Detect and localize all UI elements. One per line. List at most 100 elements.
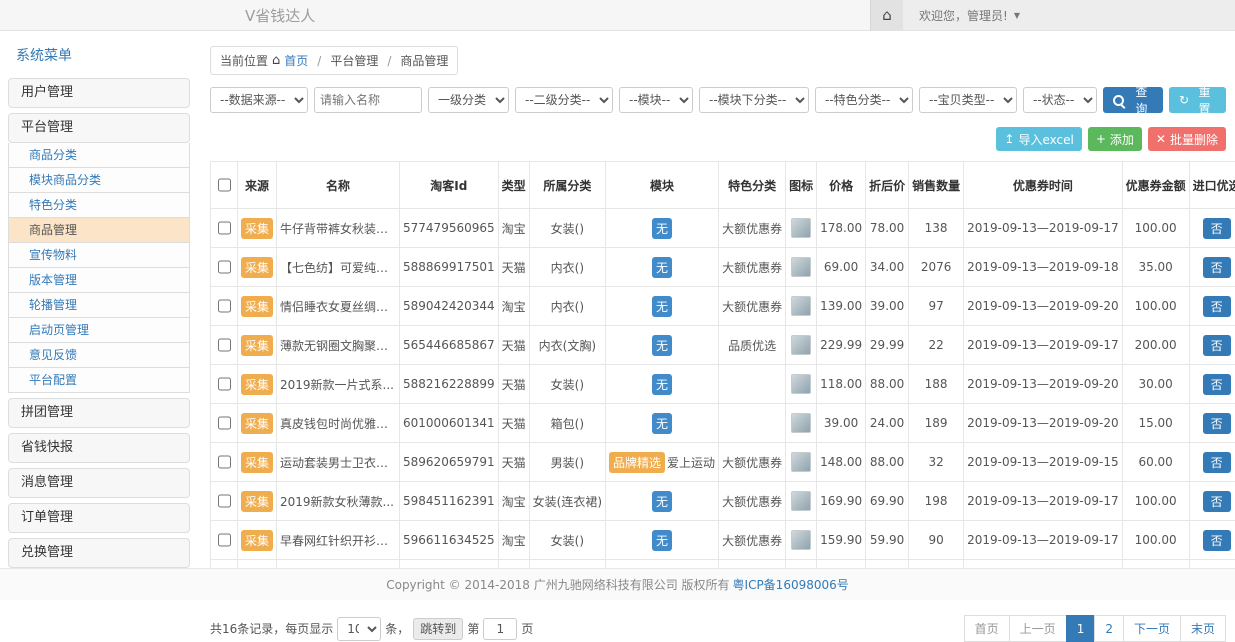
- feature-category: 大额优惠券: [719, 482, 786, 521]
- import-select-toggle[interactable]: 否: [1203, 413, 1231, 434]
- icon-cell: [786, 482, 817, 521]
- sidebar-item[interactable]: 用户管理: [8, 78, 190, 108]
- import-select-toggle[interactable]: 否: [1203, 218, 1231, 239]
- filter-select[interactable]: --特色分类--: [815, 87, 913, 113]
- row-checkbox[interactable]: [218, 527, 231, 553]
- sidebar-item[interactable]: 模块商品分类: [8, 168, 190, 193]
- welcome-text: 欢迎您，管理员!: [919, 7, 1008, 24]
- sidebar-item[interactable]: 商品管理: [8, 218, 190, 243]
- module-cell: 无: [606, 365, 719, 404]
- sidebar-item[interactable]: 平台配置: [8, 368, 190, 393]
- filter-select[interactable]: --二级分类--: [515, 87, 613, 113]
- product-type: 淘宝: [498, 521, 529, 560]
- user-menu[interactable]: 欢迎您，管理员! ▼: [903, 0, 1235, 30]
- row-checkbox[interactable]: [218, 332, 231, 358]
- row-checkbox[interactable]: [218, 488, 231, 514]
- filter-select[interactable]: --状态--: [1023, 87, 1097, 113]
- module-badge: 无: [652, 257, 672, 278]
- row-checkbox[interactable]: [218, 293, 231, 319]
- pagination: 共16条记录，每页显示 10 条， 跳转到 第 页 首页上一页12下一页末页: [210, 615, 1226, 642]
- row-checkbox[interactable]: [218, 215, 231, 241]
- select-all-checkbox[interactable]: [218, 172, 231, 198]
- column-header: 进口优选: [1189, 162, 1235, 209]
- sidebar-item[interactable]: 轮播管理: [8, 293, 190, 318]
- filter-select[interactable]: --宝贝类型--: [919, 87, 1017, 113]
- table-row: 采集牛仔背带裤女秋装减龄...577479560965淘宝女装()无大额优惠券1…: [211, 209, 1235, 248]
- import-select-toggle[interactable]: 否: [1203, 452, 1231, 473]
- sidebar-item[interactable]: 意见反馈: [8, 343, 190, 368]
- per-page-select[interactable]: 10: [337, 617, 381, 641]
- sidebar-item[interactable]: 消息管理: [8, 468, 190, 498]
- row-checkbox[interactable]: [218, 449, 231, 475]
- module-badge: 无: [652, 530, 672, 551]
- sidebar-item[interactable]: 省钱快报: [8, 433, 190, 463]
- sidebar-item[interactable]: 启动页管理: [8, 318, 190, 343]
- add-button[interactable]: + 添加: [1088, 127, 1142, 151]
- coupon-amount: 100.00: [1122, 209, 1189, 248]
- page-button[interactable]: 末页: [1180, 615, 1226, 642]
- taoke-id: 588216228899: [400, 365, 499, 404]
- filter-select[interactable]: --模块--: [619, 87, 693, 113]
- sidebar-item[interactable]: 宣传物料: [8, 243, 190, 268]
- discount-price: 88.00: [866, 443, 909, 482]
- import-select-toggle[interactable]: 否: [1203, 335, 1231, 356]
- discount-price: 59.90: [866, 521, 909, 560]
- sidebar-item[interactable]: 订单管理: [8, 503, 190, 533]
- sidebar-item[interactable]: 商品分类: [8, 143, 190, 168]
- row-checkbox[interactable]: [218, 371, 231, 397]
- page-button[interactable]: 1: [1066, 615, 1096, 642]
- import-select-toggle[interactable]: 否: [1203, 491, 1231, 512]
- row-checkbox-cell: [211, 326, 238, 365]
- pagination-summary: 共16条记录，每页显示 10 条， 跳转到 第 页: [210, 617, 533, 641]
- module-cell: 无: [606, 404, 719, 443]
- product-name-input[interactable]: [314, 87, 422, 113]
- data-source-select[interactable]: --数据来源--: [210, 87, 308, 113]
- sidebar-item[interactable]: 兑换管理: [8, 538, 190, 568]
- copyright-text: Copyright © 2014-2018 广州九驰网络科技有限公司 版权所有: [386, 576, 729, 593]
- module-cell: 无: [606, 482, 719, 521]
- icon-cell: [786, 248, 817, 287]
- import-select-toggle[interactable]: 否: [1203, 296, 1231, 317]
- product-category: 女装(): [529, 209, 605, 248]
- page-button[interactable]: 上一页: [1009, 615, 1067, 642]
- page-button[interactable]: 2: [1094, 615, 1124, 642]
- jump-button[interactable]: 跳转到: [413, 618, 463, 640]
- product-type: 淘宝: [498, 287, 529, 326]
- breadcrumb-home-link[interactable]: 首页: [284, 52, 308, 69]
- batch-delete-button[interactable]: ✕ 批量删除: [1148, 127, 1226, 151]
- sidebar-item[interactable]: 特色分类: [8, 193, 190, 218]
- reset-button[interactable]: ↻ 重置: [1169, 87, 1226, 113]
- product-name: 牛仔背带裤女秋装减龄...: [277, 209, 400, 248]
- taoke-id: 601000601341: [400, 404, 499, 443]
- import-select-cell: 否: [1189, 443, 1235, 482]
- search-button[interactable]: 查询: [1103, 87, 1163, 113]
- import-excel-button[interactable]: ↥ 导入excel: [996, 127, 1081, 151]
- filter-select[interactable]: --模块下分类--: [699, 87, 809, 113]
- module-cell: 无: [606, 248, 719, 287]
- table-row: 采集早春网红针织开衫女春...596611634525淘宝女装()无大额优惠券1…: [211, 521, 1235, 560]
- discount-price: 69.90: [866, 482, 909, 521]
- import-select-toggle[interactable]: 否: [1203, 530, 1231, 551]
- source-cell: 采集: [238, 209, 277, 248]
- feature-category: 大额优惠券: [719, 443, 786, 482]
- source-badge: 采集: [241, 374, 273, 395]
- feature-category: [719, 404, 786, 443]
- coupon-time: 2019-09-13—2019-09-20: [964, 404, 1122, 443]
- home-button[interactable]: ⌂: [870, 0, 903, 30]
- source-cell: 采集: [238, 443, 277, 482]
- sidebar-item[interactable]: 版本管理: [8, 268, 190, 293]
- page-button[interactable]: 下一页: [1123, 615, 1181, 642]
- row-checkbox[interactable]: [218, 254, 231, 280]
- jump-page-input[interactable]: [483, 618, 517, 640]
- row-checkbox[interactable]: [218, 410, 231, 436]
- sidebar-item[interactable]: 平台管理: [8, 113, 190, 143]
- filter-bar: --数据来源-- 一级分类--二级分类----模块----模块下分类----特色…: [210, 87, 1226, 113]
- sidebar-item[interactable]: 拼团管理: [8, 398, 190, 428]
- column-header: 折后价: [866, 162, 909, 209]
- filter-select[interactable]: 一级分类: [428, 87, 509, 113]
- icp-link[interactable]: 粤ICP备16098006号: [733, 576, 849, 593]
- import-select-toggle[interactable]: 否: [1203, 257, 1231, 278]
- discount-price: 78.00: [866, 209, 909, 248]
- import-select-toggle[interactable]: 否: [1203, 374, 1231, 395]
- page-button[interactable]: 首页: [964, 615, 1010, 642]
